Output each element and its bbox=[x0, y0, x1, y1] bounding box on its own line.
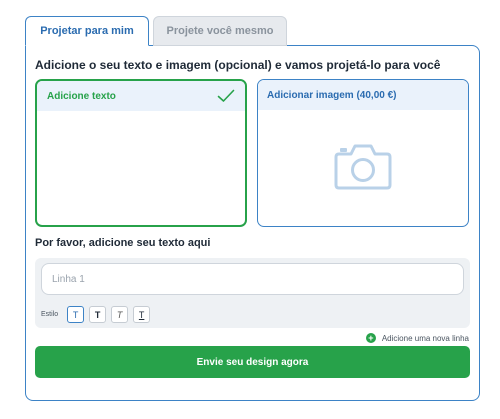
text-line-block: Estilo T T T T bbox=[35, 258, 470, 328]
add-text-card-header: Adicione texto bbox=[37, 81, 245, 111]
add-image-card[interactable]: Adicionar imagem (40,00 €) bbox=[257, 79, 469, 227]
tab-design-yourself[interactable]: Projete você mesmo bbox=[153, 16, 287, 46]
submit-design-button[interactable]: Envie seu design agora bbox=[35, 346, 470, 378]
plus-circle-icon: + bbox=[365, 333, 376, 343]
add-text-card[interactable]: Adicione texto bbox=[35, 79, 247, 227]
design-panel: Adicione o seu texto e imagem (opcional)… bbox=[25, 45, 480, 401]
text-section-title: Por favor, adicione seu texto aqui bbox=[35, 237, 211, 249]
add-image-card-header: Adicionar imagem (40,00 €) bbox=[258, 80, 468, 110]
style-bold-button[interactable]: T bbox=[89, 306, 107, 323]
line-1-input[interactable] bbox=[41, 263, 464, 295]
camera-icon bbox=[334, 142, 392, 195]
style-label: Estilo bbox=[41, 311, 59, 318]
add-text-label: Adicione texto bbox=[47, 90, 116, 102]
check-icon bbox=[217, 89, 235, 103]
tab-design-for-me[interactable]: Projetar para mim bbox=[25, 16, 149, 46]
add-new-line-button[interactable]: + Adicione uma nova linha bbox=[365, 333, 469, 343]
add-new-line-label: Adicione uma nova linha bbox=[381, 333, 469, 343]
tab-bar: Projetar para mim Projete você mesmo bbox=[25, 16, 287, 46]
style-regular-button[interactable]: T bbox=[67, 306, 85, 323]
panel-headline: Adicione o seu texto e imagem (opcional)… bbox=[35, 58, 441, 72]
style-toolbar: Estilo T T T T bbox=[41, 306, 151, 323]
style-underline-button[interactable]: T bbox=[133, 306, 151, 323]
add-image-label: Adicionar imagem (40,00 €) bbox=[267, 89, 397, 101]
style-italic-button[interactable]: T bbox=[111, 306, 129, 323]
